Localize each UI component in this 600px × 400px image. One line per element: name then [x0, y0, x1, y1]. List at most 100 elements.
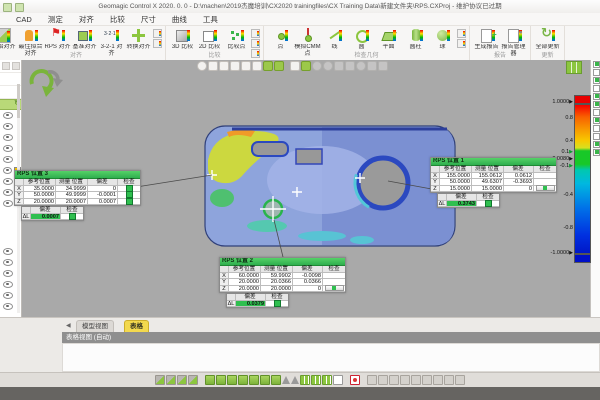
geo-cylinder-button[interactable]: 圆柱	[402, 27, 429, 51]
compare-3d-button[interactable]: 3D 比较	[169, 27, 196, 51]
menu-4[interactable]: 比较	[102, 13, 133, 25]
transform-align-button[interactable]: 转换对齐	[125, 27, 152, 51]
ribbon-mini-icon[interactable]	[457, 39, 466, 48]
add-page-icon[interactable]	[455, 375, 465, 385]
visibility-eye-icon[interactable]	[3, 270, 13, 277]
cursor-icon[interactable]	[333, 375, 343, 385]
annotation-table-rps3[interactable]: RPS 位置 3参考位置测量 位置偏差检查X35.000034.99990Y50…	[14, 170, 141, 221]
left-view-icon[interactable]	[249, 375, 259, 385]
sync-arrows-icon[interactable]	[32, 71, 63, 97]
visibility-eye-icon[interactable]	[3, 259, 13, 266]
snapshot-icon[interactable]	[378, 61, 388, 71]
menu-5[interactable]: 尺寸	[133, 13, 164, 25]
option-checkbox[interactable]	[593, 93, 600, 100]
right-view-icon[interactable]	[260, 375, 270, 385]
tab-model-view[interactable]: 模型视图	[76, 320, 114, 332]
tab-scroll-left-icon[interactable]: ◀	[66, 322, 71, 329]
report-create-button[interactable]: 生成报告	[473, 27, 500, 51]
normal-down-icon[interactable]	[291, 376, 299, 384]
annotation-table-rps2[interactable]: RPS 位置 2参考位置测量 位置偏差检查X60.000059.9902-0.0…	[219, 257, 346, 308]
rotate-view-icon[interactable]	[155, 375, 165, 385]
ribbon-mini-icon[interactable]	[251, 39, 260, 48]
colorbar-gradient[interactable]	[574, 104, 591, 254]
visibility-eye-icon[interactable]	[3, 248, 13, 255]
option-checkbox[interactable]	[593, 77, 600, 84]
geo-point-button[interactable]: 点	[267, 27, 294, 51]
visibility-eye-icon[interactable]	[3, 156, 13, 163]
option-checkbox[interactable]	[593, 85, 600, 92]
target-icon[interactable]	[323, 61, 333, 71]
visibility-eye-icon[interactable]	[3, 303, 13, 310]
ribbon-mini-icon[interactable]	[251, 29, 260, 38]
visibility-eye-icon[interactable]	[3, 281, 13, 288]
visibility-eye-icon[interactable]	[3, 134, 13, 141]
zoom-area-icon[interactable]	[216, 375, 226, 385]
user-view-icon[interactable]	[367, 61, 377, 71]
tab-table-view[interactable]: 表格	[124, 320, 149, 332]
rotate-icon[interactable]	[334, 61, 344, 71]
report-view-icon[interactable]	[322, 375, 332, 385]
table-add-icon[interactable]	[274, 61, 284, 71]
stamp-icon[interactable]	[219, 61, 229, 71]
geo-circle-button[interactable]: 圆	[348, 27, 375, 51]
monitor-icon[interactable]	[422, 375, 432, 385]
split-view-icon[interactable]	[311, 375, 321, 385]
normal-up-icon[interactable]	[282, 376, 290, 384]
back-view-icon[interactable]	[238, 375, 248, 385]
compare-points-button[interactable]: 比较点	[223, 27, 250, 51]
line-select-icon[interactable]	[290, 61, 300, 71]
annotation-table-rps1[interactable]: RPS 位置 1参考位置测量 位置偏差检查X155.0000155.06120.…	[430, 157, 557, 208]
update-all-button[interactable]: 全部更新	[534, 27, 561, 51]
visibility-eye-icon[interactable]	[3, 167, 12, 174]
pan-view-icon[interactable]	[166, 375, 176, 385]
copy-icon[interactable]	[230, 61, 240, 71]
top-view-icon[interactable]	[271, 375, 281, 385]
geo-line-button[interactable]: 线	[321, 27, 348, 51]
select-box-icon[interactable]	[208, 61, 218, 71]
swatch-icon[interactable]	[301, 61, 311, 71]
menu-3[interactable]: 对齐	[71, 13, 102, 25]
option-checkbox[interactable]	[593, 109, 600, 116]
visibility-eye-icon[interactable]	[3, 200, 13, 207]
visibility-eye-icon[interactable]	[3, 178, 13, 185]
option-checkbox[interactable]	[593, 125, 600, 132]
part-model[interactable]	[205, 126, 455, 246]
ribbon-mini-icon[interactable]	[153, 39, 162, 48]
tree-filter-icon[interactable]	[2, 62, 10, 70]
zoom-view-icon[interactable]	[177, 375, 187, 385]
flatten-icon[interactable]	[356, 61, 366, 71]
option-checkbox[interactable]	[593, 61, 600, 68]
option-checkbox[interactable]	[593, 133, 600, 140]
link-icon[interactable]	[378, 375, 388, 385]
visibility-eye-icon[interactable]	[3, 145, 13, 152]
alert-icon[interactable]	[350, 375, 360, 385]
multi-view-icon[interactable]	[300, 375, 310, 385]
orbit-icon[interactable]	[312, 61, 322, 71]
circle-icon[interactable]	[444, 375, 454, 385]
menu-2[interactable]: 测定	[40, 13, 71, 25]
option-checkbox[interactable]	[593, 149, 600, 156]
user-icon[interactable]	[400, 375, 410, 385]
measure-icon[interactable]	[345, 61, 355, 71]
datum-align-button[interactable]: 基准对齐	[71, 27, 98, 51]
pin-icon[interactable]	[252, 61, 262, 71]
menu-1[interactable]: CAD	[8, 13, 40, 25]
front-view-icon[interactable]	[227, 375, 237, 385]
initial-align-button[interactable]: 初始对齐	[0, 27, 17, 51]
tree-collapse-icon[interactable]	[12, 62, 20, 70]
select-circle-icon[interactable]	[197, 61, 207, 71]
ribbon-mini-icon[interactable]	[153, 29, 162, 38]
table-grid-icon[interactable]	[263, 61, 273, 71]
geo-sphere-button[interactable]: 球	[429, 27, 456, 51]
visibility-eye-icon[interactable]	[3, 189, 13, 196]
ribbon-mini-icon[interactable]	[457, 29, 466, 38]
menu-7[interactable]: 工具	[195, 13, 226, 25]
menu-6[interactable]: 曲线	[164, 13, 195, 25]
table-view-body[interactable]	[62, 343, 600, 372]
option-checkbox[interactable]	[593, 141, 600, 148]
visibility-eye-icon[interactable]	[3, 112, 13, 119]
fit-view-icon[interactable]	[188, 375, 198, 385]
geo-plane-button[interactable]: 平面	[375, 27, 402, 51]
paste-icon[interactable]	[241, 61, 251, 71]
annotate-icon[interactable]	[389, 375, 399, 385]
